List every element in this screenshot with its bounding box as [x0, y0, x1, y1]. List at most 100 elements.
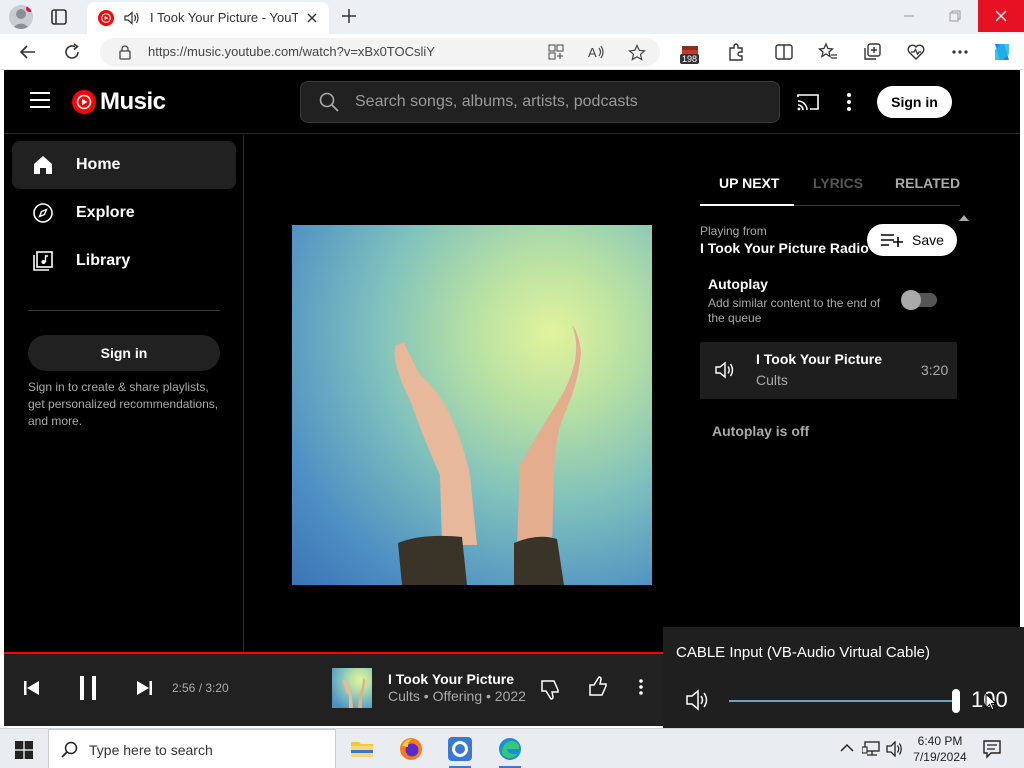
split-screen-icon[interactable]: [774, 42, 794, 62]
taskbar-search-box[interactable]: Type here to search: [48, 729, 336, 768]
windows-start-icon[interactable]: [15, 741, 33, 759]
sidebar-item-label: Explore: [76, 204, 135, 221]
hamburger-menu-icon[interactable]: [30, 92, 50, 108]
firefox-icon[interactable]: [399, 737, 423, 761]
youtube-music-logo-icon[interactable]: [72, 90, 96, 114]
autoplay-toggle[interactable]: [901, 290, 937, 310]
network-icon[interactable]: [862, 741, 880, 757]
browser-essentials-icon[interactable]: [906, 42, 926, 62]
volume-slider-track[interactable]: [729, 700, 957, 702]
tab-close-icon[interactable]: [305, 11, 319, 25]
sidebar-divider: [28, 310, 220, 311]
tab-actions-icon[interactable]: [50, 8, 68, 26]
tab-related[interactable]: RELATED: [895, 175, 960, 191]
home-icon: [33, 155, 53, 175]
album-art: [292, 225, 652, 585]
queue-item-duration: 3:20: [921, 362, 949, 378]
volume-tray-icon[interactable]: [886, 741, 904, 757]
search-box[interactable]: [300, 81, 780, 123]
next-track-icon[interactable]: [136, 681, 152, 695]
mouse-cursor-icon: [985, 693, 997, 711]
file-explorer-icon[interactable]: [350, 737, 374, 761]
edge-icon[interactable]: [498, 737, 522, 761]
pause-icon[interactable]: [78, 674, 98, 702]
browser-tab-active[interactable]: I Took Your Picture - YouTube Music: [87, 2, 329, 34]
save-label: Save: [912, 232, 944, 248]
profile-avatar[interactable]: [9, 5, 33, 29]
cast-icon[interactable]: [797, 93, 819, 111]
sidebar-signin-button[interactable]: Sign in: [28, 335, 220, 371]
sidebar-item-explore[interactable]: Explore: [12, 189, 236, 237]
queue-item-title: I Took Your Picture: [756, 351, 883, 367]
raised-hands-thumbnail-image: [343, 678, 365, 708]
extensions-puzzle-icon[interactable]: [726, 42, 746, 62]
notification-dot: [26, 5, 33, 12]
now-playing-thumbnail[interactable]: [332, 668, 372, 708]
chrome-icon[interactable]: [448, 737, 472, 761]
compass-icon: [33, 203, 53, 223]
search-input[interactable]: [355, 90, 755, 114]
time-display: 2:56 / 3:20: [172, 681, 229, 695]
new-tab-plus-icon[interactable]: [340, 7, 358, 25]
tab-title: I Took Your Picture - YouTube Music: [150, 10, 298, 25]
volume-slider-thumb[interactable]: [952, 689, 960, 713]
show-hidden-icons-chevron-icon[interactable]: [840, 741, 854, 755]
ytmusic-header: Music Sign in: [4, 70, 1020, 134]
audio-device-name[interactable]: CABLE Input (VB-Audio Virtual Cable): [676, 644, 930, 661]
thumbs-down-icon[interactable]: [540, 678, 562, 700]
favorites-icon[interactable]: [818, 42, 838, 62]
extension-badge-count: 198: [680, 54, 700, 64]
now-playing-title[interactable]: I Took Your Picture: [388, 671, 514, 687]
refresh-icon[interactable]: [62, 42, 82, 62]
app-available-icon[interactable]: [548, 44, 564, 60]
playing-from-label: Playing from: [700, 224, 767, 238]
tab-up-next[interactable]: UP NEXT: [719, 175, 779, 191]
window-close-button[interactable]: [978, 0, 1024, 32]
address-bar[interactable]: https://music.youtube.com/watch?v=xBx0TO…: [100, 38, 660, 66]
read-aloud-icon[interactable]: A: [588, 44, 606, 60]
save-playlist-button[interactable]: Save: [867, 224, 957, 256]
scroll-up-arrow-icon[interactable]: [959, 215, 969, 221]
search-icon[interactable]: [319, 92, 339, 112]
copilot-icon[interactable]: [990, 40, 1014, 64]
queue-item-artist: Cults: [756, 372, 788, 388]
speaker-icon[interactable]: [685, 689, 711, 711]
clock-time: 6:40 PM: [917, 734, 963, 748]
autoplay-title: Autoplay: [708, 276, 768, 292]
tab-lyrics[interactable]: LYRICS: [813, 175, 863, 191]
address-url[interactable]: https://music.youtube.com/watch?v=xBx0TO…: [148, 44, 435, 59]
volume-flyout: CABLE Input (VB-Audio Virtual Cable) 100: [663, 627, 1024, 728]
queue-item[interactable]: I Took Your Picture Cults 3:20: [700, 342, 957, 399]
sidebar: Home Explore Library Sign in Sign in to …: [4, 135, 244, 652]
library-icon: [33, 251, 53, 271]
window-minimize-button[interactable]: [886, 0, 932, 32]
taskbar-search-label: Type here to search: [89, 742, 213, 758]
svg-text:A: A: [588, 45, 597, 60]
sidebar-item-library[interactable]: Library: [12, 237, 236, 285]
header-signin-button[interactable]: Sign in: [877, 86, 952, 118]
active-tab-indicator: [700, 204, 794, 206]
browser-toolbar: https://music.youtube.com/watch?v=xBx0TO…: [0, 34, 1024, 70]
taskbar-clock[interactable]: 6:40 PM 7/19/2024: [908, 733, 972, 765]
sidebar-item-home[interactable]: Home: [12, 141, 236, 189]
back-arrow-icon[interactable]: [18, 42, 38, 62]
autoplay-off-label: Autoplay is off: [712, 423, 810, 439]
more-options-icon[interactable]: [846, 92, 852, 112]
previous-track-icon[interactable]: [24, 681, 40, 695]
player-more-options-icon[interactable]: [638, 678, 644, 696]
toggle-knob: [901, 290, 921, 310]
lock-icon[interactable]: [118, 44, 132, 60]
logo-text[interactable]: Music: [100, 88, 166, 116]
right-panel: UP NEXT LYRICS RELATED Playing from I To…: [700, 155, 969, 555]
favorite-star-icon[interactable]: [628, 44, 646, 62]
sidebar-item-label: Library: [76, 252, 131, 269]
collections-icon[interactable]: [862, 42, 882, 62]
settings-more-icon[interactable]: [950, 42, 970, 62]
tab-audio-icon[interactable]: [123, 10, 141, 26]
window-restore-button[interactable]: [932, 0, 978, 32]
now-playing-subtitle[interactable]: Cults • Offering • 2022: [388, 688, 526, 704]
playing-from-title[interactable]: I Took Your Picture Radio: [700, 240, 869, 256]
notification-center-icon[interactable]: [982, 739, 1002, 759]
thumbs-up-icon[interactable]: [588, 676, 610, 698]
now-playing-speaker-icon: [714, 361, 736, 379]
